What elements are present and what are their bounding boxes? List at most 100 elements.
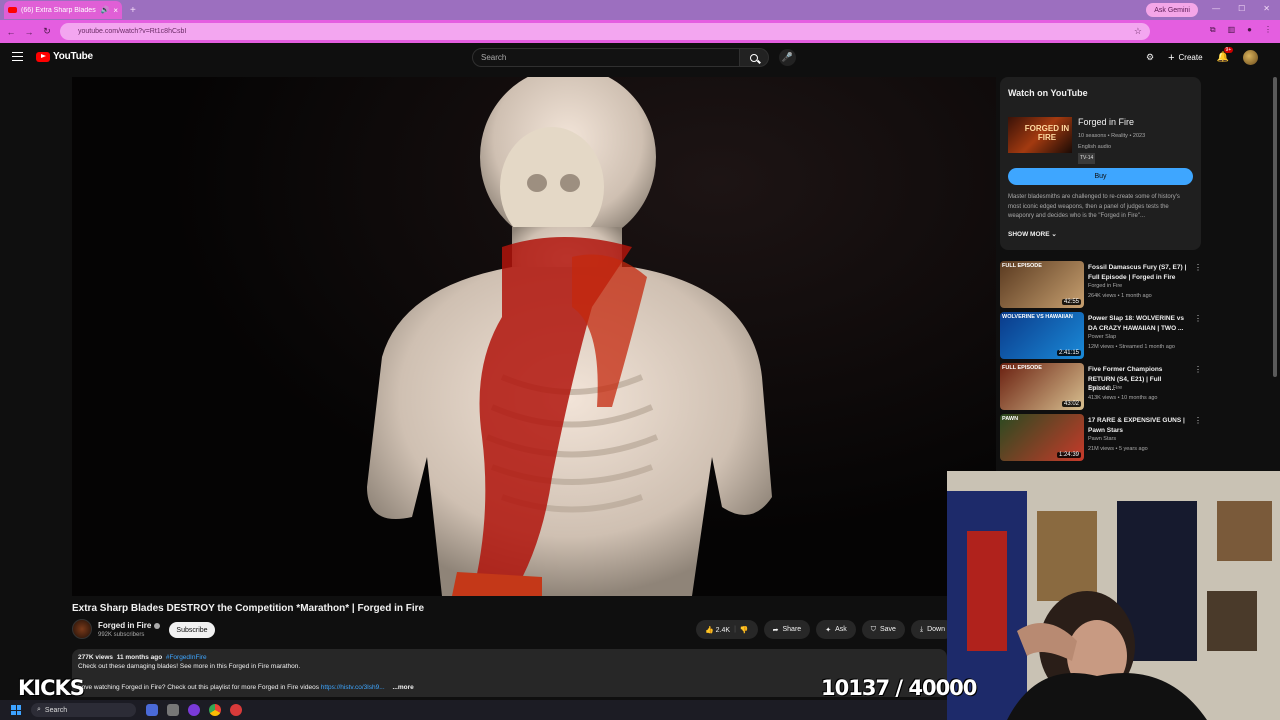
rating-badge: TV-14 (1078, 153, 1096, 164)
ask-gemini-button[interactable]: Ask Gemini (1146, 3, 1198, 17)
voice-search-icon[interactable]: 🎤 (779, 49, 796, 66)
minimize-icon[interactable]: — (1212, 4, 1220, 13)
browser-tab-active[interactable]: (66) Extra Sharp Blades DE 🔊 × (4, 1, 122, 19)
windows-start-icon[interactable] (11, 705, 21, 715)
toolbar-right: ⧉ ▥ ● ⋮ (1210, 25, 1272, 35)
recommendation-item[interactable]: PAWN 1:24:39 17 RARE & EXPENSIVE GUNS | … (1000, 414, 1205, 465)
search-input[interactable]: Search (472, 48, 740, 67)
recommendation-title[interactable]: 17 RARE & EXPENSIVE GUNS | Pawn Stars (1088, 416, 1190, 435)
recommendation-thumbnail[interactable]: FULL EPISODE 42:55 (1000, 261, 1084, 308)
recommendation-item[interactable]: FULL EPISODE 43:02 Five Former Champions… (1000, 363, 1205, 414)
extensions-icon[interactable]: ⧉ (1210, 25, 1216, 35)
recommendation-thumbnail[interactable]: PAWN 1:24:39 (1000, 414, 1084, 461)
recommendation-channel[interactable]: Power Slap (1088, 334, 1116, 340)
thumbs-down-icon[interactable]: 👎 (740, 626, 749, 634)
menu-icon[interactable] (12, 52, 23, 61)
channel-name[interactable]: Forged in Fire (98, 621, 151, 630)
watch-card-heading: Watch on YouTube (1008, 88, 1088, 98)
show-meta: 10 seasons • Reality • 2023 (1078, 133, 1146, 139)
duration-badge: 1:24:39 (1056, 452, 1081, 458)
youtube-logo[interactable]: YouTube (36, 51, 93, 62)
more-button[interactable]: ...more (392, 684, 413, 691)
playlist-link[interactable]: https://histv.co/3lsh9... (321, 684, 385, 691)
like-dislike-group: 👍 2.4K | 👎 (696, 620, 758, 639)
recommendation-channel[interactable]: Pawn Stars (1088, 436, 1116, 442)
more-options-icon[interactable]: ⋮ (1194, 365, 1202, 374)
maximize-icon[interactable]: ☐ (1238, 4, 1245, 13)
recommendation-stats: 413K views • 10 months ago (1088, 395, 1158, 401)
account-avatar[interactable] (1243, 50, 1258, 65)
sidepanel-icon[interactable]: ▥ (1228, 25, 1236, 35)
file-explorer-icon[interactable] (167, 704, 179, 716)
sparkle-icon: ✦ (825, 626, 832, 634)
show-info: 10 seasons • Reality • 2023 English audi… (1078, 131, 1145, 164)
show-title[interactable]: Forged in Fire (1078, 117, 1134, 127)
forward-icon[interactable]: → (20, 27, 38, 37)
description-line-2: Love watching Forged in Fire? Check out … (78, 684, 414, 691)
new-tab-button[interactable]: + (130, 5, 136, 16)
tab-close-icon[interactable]: × (113, 6, 118, 15)
profile-icon[interactable]: ● (1247, 25, 1252, 35)
view-count: 277K views (78, 654, 114, 661)
discord-icon[interactable] (188, 704, 200, 716)
task-view-icon[interactable] (146, 704, 158, 716)
plus-icon: + (1168, 51, 1175, 64)
buy-button[interactable]: Buy (1008, 168, 1193, 185)
hashtag-link[interactable]: #ForgedInFire (166, 654, 207, 661)
description-text: Love watching Forged in Fire? Check out … (78, 684, 319, 691)
recommendation-item[interactable]: FULL EPISODE 42:55 Fossil Damascus Fury … (1000, 261, 1205, 312)
description-box[interactable]: 277K views 11 months ago #ForgedInFire C… (72, 649, 947, 697)
recommendation-channel[interactable]: Forged in Fire (1088, 283, 1122, 289)
chrome-icon[interactable] (209, 704, 221, 716)
recommendation-stats: 12M views • Streamed 1 month ago (1088, 344, 1175, 350)
search-icon: ⌕ (37, 706, 41, 713)
share-button[interactable]: ➦ Share (763, 620, 811, 639)
recommendation-channel[interactable]: Forged in Fire (1088, 385, 1122, 391)
speaker-icon[interactable]: 🔊 (101, 6, 110, 14)
recommendation-title[interactable]: Fossil Damascus Fury (S7, E7) | Full Epi… (1088, 263, 1190, 282)
ask-button[interactable]: ✦ Ask (816, 620, 856, 639)
download-icon: ⤓ (919, 625, 924, 633)
obs-icon[interactable] (230, 704, 242, 716)
cast-icon[interactable]: ⚙ (1146, 52, 1154, 63)
youtube-play-icon (36, 51, 50, 62)
more-options-icon[interactable]: ⋮ (1194, 416, 1202, 425)
taskbar-search[interactable]: ⌕ Search (31, 703, 136, 717)
recommendations-list: FULL EPISODE 42:55 Fossil Damascus Fury … (1000, 261, 1205, 465)
duration-badge: 2:41:15 (1056, 350, 1081, 356)
show-thumbnail-logo: FORGED IN FIRE (1024, 124, 1070, 142)
thumbnail-label: FULL EPISODE (1002, 365, 1042, 371)
page-scrollbar[interactable] (1273, 77, 1277, 377)
search-button[interactable] (739, 48, 769, 67)
reload-icon[interactable]: ↻ (38, 26, 56, 37)
recommendation-item[interactable]: WOLVERINE VS HAWAIIAN 2:41:15 Power Slap… (1000, 312, 1205, 363)
channel-avatar[interactable] (72, 619, 92, 639)
duration-badge: 42:55 (1061, 299, 1081, 305)
recommendation-title[interactable]: Power Slap 18: WOLVERINE vs DA CRAZY HAW… (1088, 314, 1190, 333)
browser-menu-icon[interactable]: ⋮ (1264, 25, 1272, 35)
show-thumbnail[interactable]: FORGED IN FIRE (1008, 117, 1072, 153)
more-options-icon[interactable]: ⋮ (1194, 263, 1202, 272)
show-more-button[interactable]: SHOW MORE ⌄ (1008, 230, 1057, 238)
bookmark-star-icon[interactable]: ☆ (1134, 26, 1142, 37)
video-player[interactable] (72, 77, 996, 596)
kicks-overlay-text: KICKS (18, 676, 85, 700)
create-button[interactable]: + Create (1168, 52, 1202, 64)
video-frame-ballistic-dummy (367, 77, 772, 596)
close-window-icon[interactable]: ✕ (1263, 4, 1270, 13)
more-options-icon[interactable]: ⋮ (1194, 314, 1202, 323)
channel-name-row[interactable]: Forged in Fire (98, 621, 161, 630)
thumbnail-label: FULL EPISODE (1002, 263, 1042, 269)
notifications-icon[interactable]: 🔔 9+ (1217, 47, 1234, 63)
save-button[interactable]: ⛉ Save (861, 620, 905, 639)
subscribe-button[interactable]: Subscribe (169, 622, 215, 638)
recommendation-thumbnail[interactable]: FULL EPISODE 43:02 (1000, 363, 1084, 410)
video-title: Extra Sharp Blades DESTROY the Competiti… (72, 603, 425, 614)
recommendation-thumbnail[interactable]: WOLVERINE VS HAWAIIAN 2:41:15 (1000, 312, 1084, 359)
webcam-feed-image (947, 471, 1280, 720)
show-more-label: SHOW MORE (1008, 231, 1050, 238)
back-icon[interactable]: ← (2, 27, 20, 37)
window-controls: — ☐ ✕ (1212, 4, 1270, 13)
like-button[interactable]: 👍 2.4K (705, 626, 730, 634)
address-bar[interactable]: youtube.com/watch?v=Rt1c8hCsbI ☆ (60, 23, 1150, 40)
